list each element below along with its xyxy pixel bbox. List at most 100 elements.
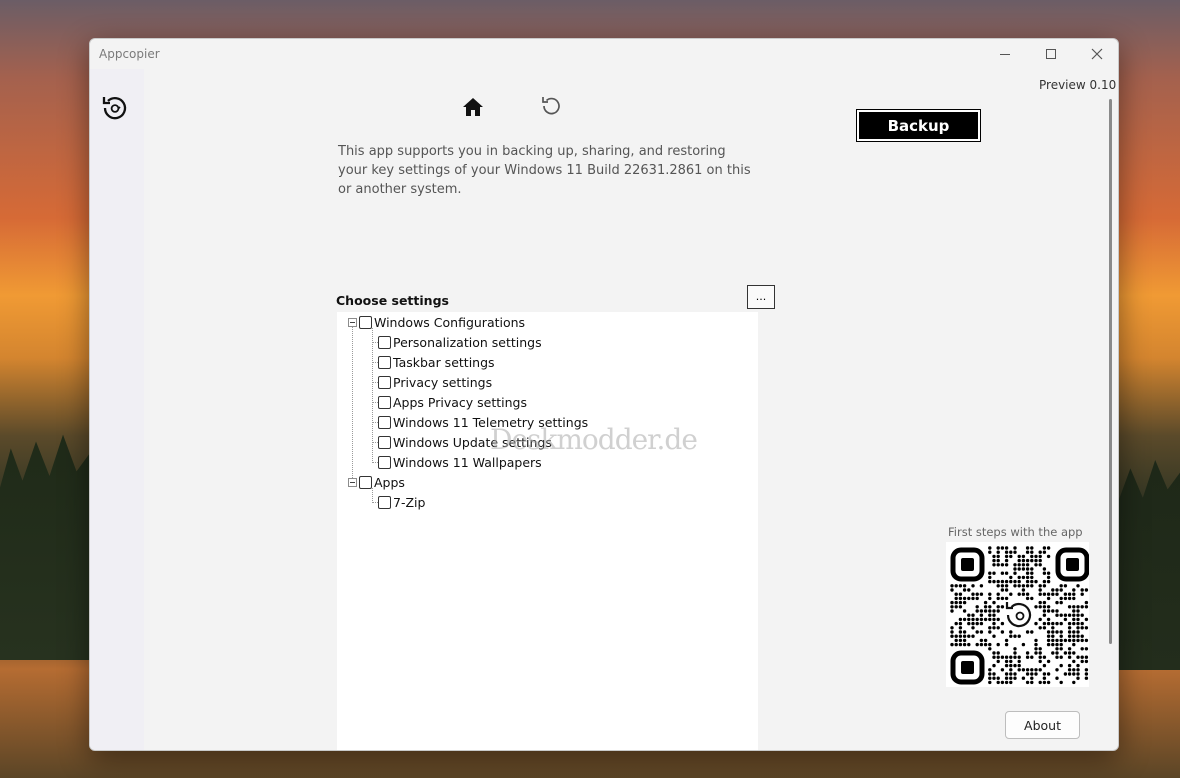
qr-code[interactable]	[946, 542, 1089, 687]
qr-module	[1004, 676, 1009, 680]
checkbox[interactable]	[378, 335, 391, 349]
qr-module	[988, 550, 992, 554]
navigation-rail	[90, 69, 144, 750]
qr-module	[1055, 668, 1059, 672]
tree-node-taskbar[interactable]: Taskbar settings	[378, 352, 495, 372]
checkbox[interactable]	[378, 455, 391, 469]
qr-module	[1051, 642, 1055, 647]
qr-module	[1076, 609, 1080, 613]
checkbox[interactable]	[359, 315, 372, 329]
qr-module	[992, 663, 996, 668]
qr-module	[962, 630, 967, 634]
qr-module	[1038, 600, 1042, 605]
qr-module	[1076, 626, 1080, 630]
tree-node-label: Windows 11 Wallpapers	[393, 454, 542, 470]
tree-node-privacy[interactable]: Privacy settings	[378, 372, 492, 392]
qr-caption: First steps with the app	[948, 525, 1083, 539]
qr-module	[1013, 647, 1017, 651]
collapse-toggle[interactable]	[348, 478, 357, 487]
qr-module	[1017, 567, 1021, 571]
checkbox[interactable]	[378, 415, 391, 429]
qr-module	[1000, 668, 1005, 672]
qr-module	[992, 621, 996, 626]
qr-module	[954, 592, 958, 596]
qr-module	[1042, 672, 1047, 676]
qr-module	[1072, 680, 1076, 685]
qr-module	[992, 676, 996, 680]
tree-node-personalization[interactable]: Personalization settings	[378, 332, 542, 352]
qr-module	[1034, 605, 1038, 609]
tree-node-7zip[interactable]: 7-Zip	[378, 492, 425, 512]
qr-module	[1013, 567, 1017, 571]
qr-module	[1059, 642, 1063, 647]
qr-module	[962, 609, 967, 613]
checkbox[interactable]	[378, 495, 391, 509]
qr-module	[988, 630, 992, 634]
more-options-button[interactable]: ...	[747, 285, 775, 309]
qr-module	[1072, 613, 1076, 617]
qr-module	[971, 613, 975, 617]
close-button[interactable]	[1074, 39, 1118, 69]
qr-module	[1046, 638, 1051, 643]
backup-button[interactable]: Backup	[856, 109, 981, 142]
qr-module	[1038, 655, 1042, 659]
qr-module	[1009, 554, 1013, 559]
qr-module	[1030, 558, 1034, 563]
qr-module	[975, 609, 979, 613]
qr-module	[979, 592, 984, 596]
about-button[interactable]: About	[1005, 711, 1080, 739]
qr-module	[1004, 554, 1009, 559]
qr-module	[1067, 638, 1072, 643]
qr-module	[1067, 626, 1072, 630]
collapse-toggle[interactable]	[348, 318, 357, 327]
checkbox[interactable]	[359, 475, 372, 489]
qr-module	[1034, 668, 1038, 672]
qr-module	[1051, 651, 1055, 655]
qr-module	[962, 642, 967, 647]
checkbox[interactable]	[378, 375, 391, 389]
qr-module	[1000, 680, 1005, 685]
qr-module	[1076, 634, 1080, 638]
checkbox[interactable]	[378, 435, 391, 449]
qr-module	[958, 642, 963, 647]
qr-module	[1067, 663, 1072, 668]
qr-module	[958, 600, 963, 605]
qr-module	[1038, 651, 1042, 655]
tree-node-label: Apps Privacy settings	[393, 394, 527, 410]
qr-module	[971, 596, 975, 601]
tree-node-windows-configurations[interactable]: Windows Configurations	[359, 312, 525, 332]
qr-module	[996, 642, 1000, 647]
qr-module	[971, 634, 975, 638]
qr-module	[992, 571, 996, 575]
checkbox[interactable]	[378, 355, 391, 369]
qr-module	[1067, 672, 1072, 676]
qr-module	[1046, 617, 1051, 622]
qr-module	[1034, 642, 1038, 647]
tree-node-label: Apps	[374, 474, 405, 490]
qr-module	[1038, 626, 1042, 630]
qr-module	[1009, 634, 1013, 638]
restore-icon[interactable]	[98, 92, 130, 124]
tree-node-apps[interactable]: Apps	[359, 472, 405, 492]
qr-module	[1017, 668, 1021, 672]
minimize-button[interactable]	[982, 39, 1028, 69]
qr-module	[1055, 630, 1059, 634]
qr-module	[1042, 676, 1047, 680]
scrollbar[interactable]	[1109, 99, 1112, 644]
qr-module	[1076, 638, 1080, 643]
app-window: Appcopier Preview 0.10 Backup This app s…	[89, 38, 1119, 751]
qr-module	[1009, 668, 1013, 672]
qr-module	[992, 672, 996, 676]
history-button[interactable]	[536, 92, 566, 120]
qr-module	[1021, 642, 1026, 647]
checkbox[interactable]	[378, 395, 391, 409]
qr-module	[992, 651, 996, 655]
close-icon	[1091, 48, 1103, 60]
qr-module	[996, 651, 1000, 655]
qr-module	[1013, 634, 1017, 638]
tree-node-apps-privacy[interactable]: Apps Privacy settings	[378, 392, 527, 412]
qr-module	[1004, 563, 1009, 567]
home-button[interactable]	[458, 94, 488, 120]
qr-module	[1046, 659, 1051, 664]
maximize-button[interactable]	[1028, 39, 1074, 69]
